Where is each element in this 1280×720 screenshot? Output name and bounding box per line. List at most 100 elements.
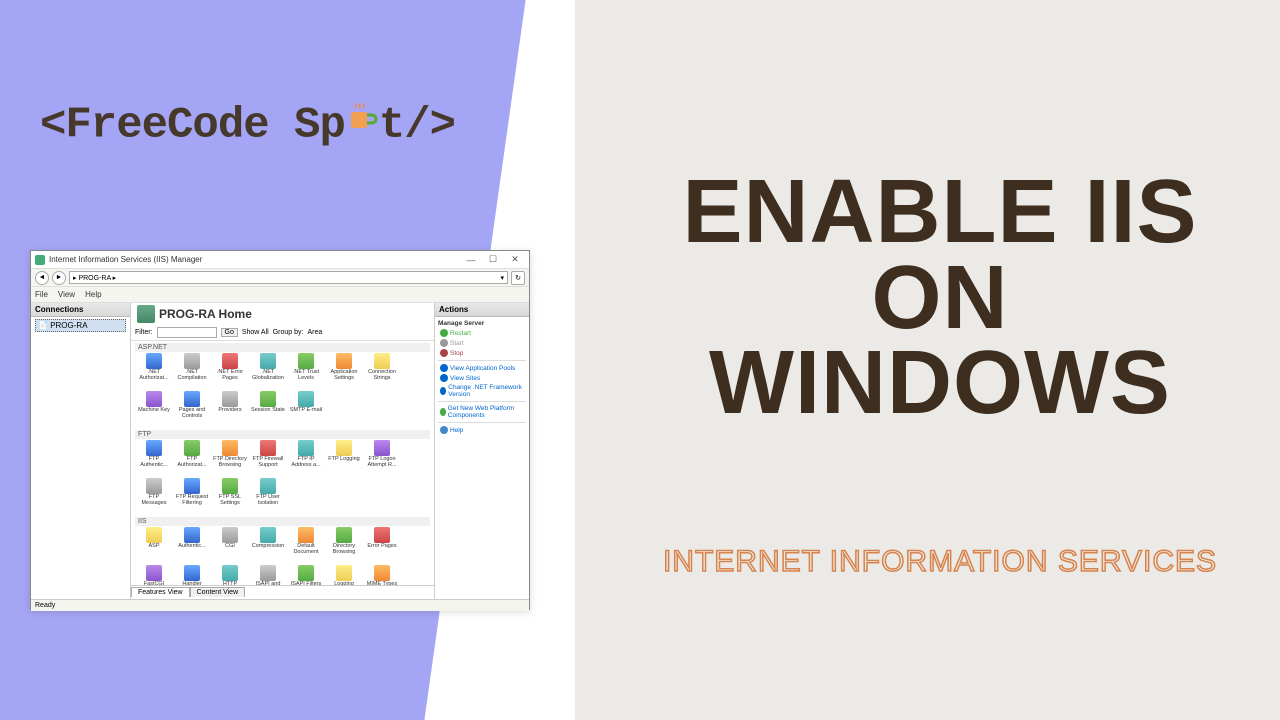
feature-section: IISASPAuthentic...CGICompressionDefault … <box>135 517 430 585</box>
feature-icon[interactable]: FTP Logging <box>325 439 363 477</box>
feature-icon[interactable]: ASP <box>135 526 173 564</box>
feature-icon-label: FTP User Isolation <box>250 495 286 506</box>
connections-header: Connections <box>31 303 130 317</box>
maximize-button[interactable]: ☐ <box>483 253 503 267</box>
feature-icon-glyph <box>374 565 390 581</box>
action-link[interactable]: Change .NET Framework Version <box>438 383 526 399</box>
feature-icon[interactable]: Authentic... <box>173 526 211 564</box>
feature-icon-glyph <box>374 353 390 369</box>
feature-icon[interactable]: ISAPI Filters <box>287 564 325 585</box>
feature-icon[interactable]: FTP User Isolation <box>249 477 287 515</box>
address-field[interactable]: ▸ PROG-RA ▸▾ <box>69 271 508 284</box>
feature-icon-glyph <box>184 391 200 407</box>
show-all-link[interactable]: Show All <box>242 329 269 336</box>
window-body: Connections 📄 PROG-RA PROG-RA Home Filte… <box>31 303 529 599</box>
feature-icon-glyph <box>298 527 314 543</box>
feature-icon-glyph <box>298 353 314 369</box>
forward-button[interactable]: ► <box>52 271 66 285</box>
go-button[interactable]: Go <box>221 328 238 337</box>
action-icon <box>440 374 448 382</box>
group-by-select[interactable]: Area <box>307 329 322 336</box>
feature-icon[interactable]: Connection Strings <box>363 352 401 390</box>
actions-panel: Actions Manage ServerRestartStartStopVie… <box>434 303 529 599</box>
action-link[interactable]: Get New Web Platform Components <box>438 404 526 420</box>
feature-icon-label: FTP SSL Settings <box>212 495 248 506</box>
feature-icon[interactable]: MIME Types <box>363 564 401 585</box>
feature-icon[interactable]: FTP Logon Attempt R... <box>363 439 401 477</box>
action-link[interactable]: Start <box>438 338 526 348</box>
refresh-button[interactable]: ↻ <box>511 271 525 285</box>
tab-features-view[interactable]: Features View <box>131 587 190 597</box>
feature-icon[interactable]: FTP Request Filtering <box>173 477 211 515</box>
action-icon <box>440 329 448 337</box>
section-label: FTP <box>135 430 430 439</box>
feature-icon-glyph <box>336 565 352 581</box>
feature-icon[interactable]: FTP SSL Settings <box>211 477 249 515</box>
menu-help[interactable]: Help <box>85 290 101 299</box>
feature-icon-label: Error Pages <box>367 544 396 550</box>
feature-icon-glyph <box>184 478 200 494</box>
feature-icon[interactable]: HTTP Respon... <box>211 564 249 585</box>
feature-icon[interactable]: CGI <box>211 526 249 564</box>
feature-icon[interactable]: FTP Directory Browsing <box>211 439 249 477</box>
subtitle: INTERNET INFORMATION SERVICES <box>630 545 1250 579</box>
feature-icon[interactable]: Directory Browsing <box>325 526 363 564</box>
feature-icon[interactable]: FTP Messages <box>135 477 173 515</box>
action-icon <box>440 426 448 434</box>
feature-icon[interactable]: Pages and Controls <box>173 390 211 428</box>
feature-icon[interactable]: .NET Trust Levels <box>287 352 325 390</box>
menu-file[interactable]: File <box>35 290 48 299</box>
feature-icon[interactable]: .NET Authorizat... <box>135 352 173 390</box>
action-link[interactable]: Restart <box>438 328 526 338</box>
feature-icon[interactable]: .NET Globalization <box>249 352 287 390</box>
tree-node[interactable]: 📄 PROG-RA <box>35 319 126 332</box>
feature-icon[interactable]: Session State <box>249 390 287 428</box>
feature-icon[interactable]: Default Document <box>287 526 325 564</box>
feature-icon[interactable]: Error Pages <box>363 526 401 564</box>
feature-icon-label: Directory Browsing <box>326 544 362 555</box>
feature-icon-glyph <box>336 440 352 456</box>
window-title: Internet Information Services (IIS) Mana… <box>49 255 461 264</box>
feature-icon-label: FTP Logging <box>328 457 359 463</box>
center-panel: PROG-RA Home Filter: Go Show All Group b… <box>131 303 434 599</box>
feature-icon[interactable]: .NET Error Pages <box>211 352 249 390</box>
feature-icon-glyph <box>298 440 314 456</box>
feature-icon[interactable]: FastCGI Settings <box>135 564 173 585</box>
feature-icon[interactable]: Logging <box>325 564 363 585</box>
minimize-button[interactable]: — <box>461 253 481 267</box>
feature-icon-label: FTP Request Filtering <box>174 495 210 506</box>
feature-icon[interactable]: FTP IP Address a... <box>287 439 325 477</box>
feature-icon-glyph <box>222 353 238 369</box>
feature-icon[interactable]: FTP Authorizat... <box>173 439 211 477</box>
menu-view[interactable]: View <box>58 290 75 299</box>
feature-icon[interactable]: .NET Compilation <box>173 352 211 390</box>
back-button[interactable]: ◄ <box>35 271 49 285</box>
close-button[interactable]: ✕ <box>505 253 525 267</box>
feature-icon-label: .NET Trust Levels <box>288 370 324 381</box>
feature-icon[interactable]: SMTP E-mail <box>287 390 325 428</box>
action-link[interactable]: Stop <box>438 348 526 358</box>
window-titlebar[interactable]: Internet Information Services (IIS) Mana… <box>31 251 529 269</box>
feature-icon[interactable]: Providers <box>211 390 249 428</box>
feature-icon-label: FTP Messages <box>136 495 172 506</box>
action-link[interactable]: View Sites <box>438 373 526 383</box>
feature-icon-glyph <box>336 527 352 543</box>
feature-icon-glyph <box>298 565 314 581</box>
filter-input[interactable] <box>157 327 217 338</box>
tab-content-view[interactable]: Content View <box>190 587 246 597</box>
feature-icon-glyph <box>260 353 276 369</box>
feature-icon[interactable]: FTP Firewall Support <box>249 439 287 477</box>
feature-icon[interactable]: Compression <box>249 526 287 564</box>
window-controls: — ☐ ✕ <box>461 253 525 267</box>
feature-icon-glyph <box>146 565 162 581</box>
feature-icon[interactable]: Handler Mappings <box>173 564 211 585</box>
action-link[interactable]: View Application Pools <box>438 363 526 373</box>
feature-icon-glyph <box>222 440 238 456</box>
feature-icon[interactable]: Machine Key <box>135 390 173 428</box>
feature-icon-label: .NET Error Pages <box>212 370 248 381</box>
feature-icon-glyph <box>260 478 276 494</box>
feature-icon[interactable]: Application Settings <box>325 352 363 390</box>
feature-icon[interactable]: ISAPI and CGI Restr... <box>249 564 287 585</box>
action-link[interactable]: Help <box>438 425 526 435</box>
feature-icon[interactable]: FTP Authentic... <box>135 439 173 477</box>
